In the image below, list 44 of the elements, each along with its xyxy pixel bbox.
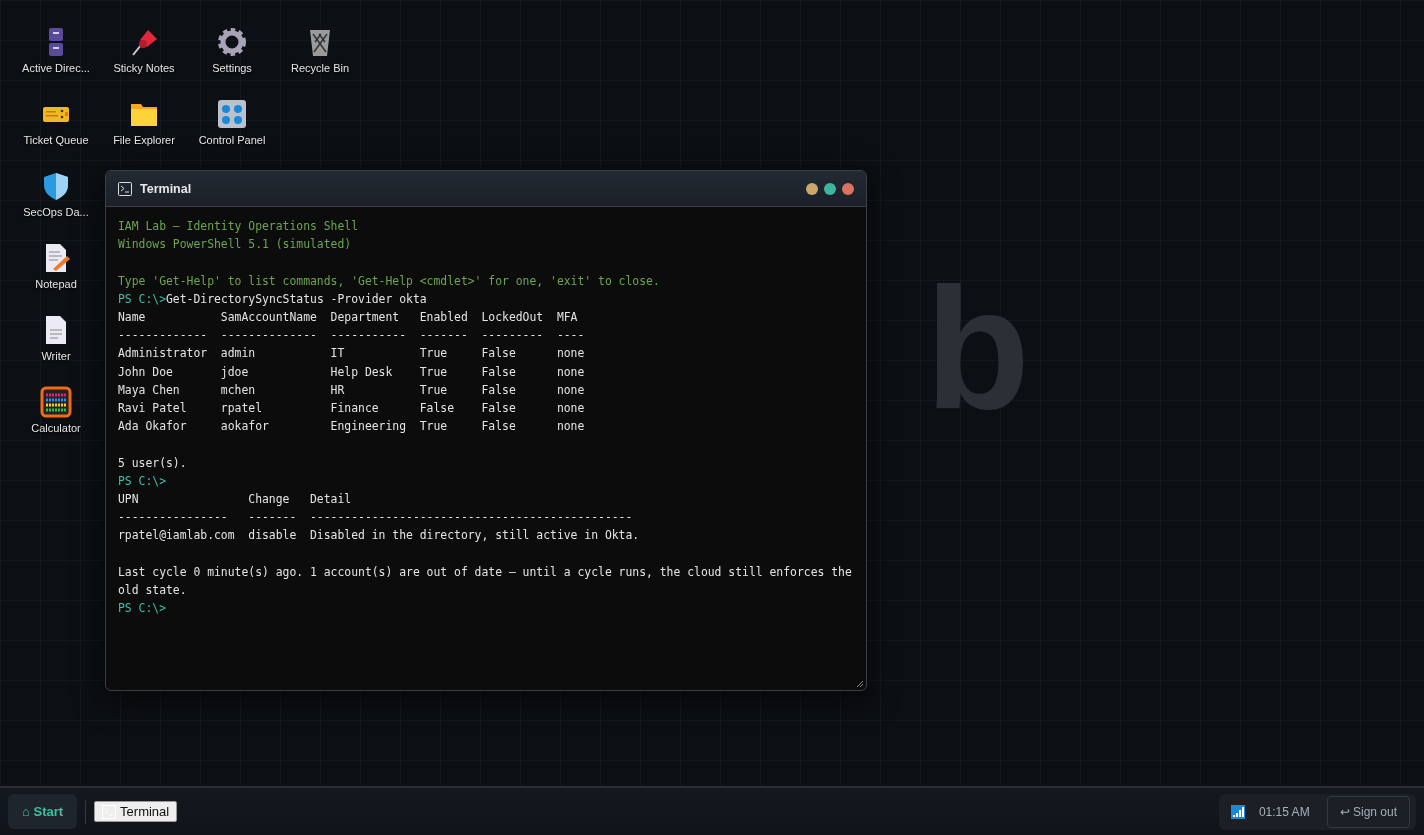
terminal-line: 5 user(s).: [118, 454, 188, 472]
prompt: PS C:\>: [118, 291, 166, 306]
sign-out-button[interactable]: ↩ Sign out: [1326, 795, 1410, 828]
icon-label[interactable]: Active Direc...: [22, 62, 90, 74]
icon-label[interactable]: Settings: [212, 62, 252, 74]
icon-label[interactable]: Sticky Notes: [113, 62, 175, 74]
terminal-line: ---------------- ------- -----------------------------------------------: [118, 509, 634, 527]
resize-grip-icon[interactable]: [856, 680, 864, 688]
start-button[interactable]: ⌂ Start: [8, 794, 78, 829]
abacus-icon[interactable]: [40, 386, 72, 418]
terminal-icon: [118, 181, 132, 196]
terminal-line: Maya Chen mchen HR True False none: [118, 381, 586, 399]
minimize-button[interactable]: [806, 182, 818, 195]
terminal-line: Administrator admin IT True False none: [118, 345, 586, 363]
terminal-line: Last cycle 0 minute(s) ago. 1 account(s) are out of date — until a cycle runs, the cloud still enforces the old state.: [118, 563, 853, 600]
maximize-button[interactable]: [824, 182, 836, 195]
terminal-line: IAM Lab — Identity Operations Shell: [118, 218, 360, 235]
icon-label[interactable]: Calculator: [31, 422, 81, 434]
terminal-line: Ravi Patel rpatel Finance False False none: [118, 400, 586, 418]
taskbar-app[interactable]: Terminal: [94, 801, 178, 822]
close-button[interactable]: [842, 182, 854, 195]
terminal-line: Ada Okafor aokafor Engineering True False none: [118, 418, 586, 436]
window-title: Terminal: [140, 181, 192, 196]
terminal-line: UPN Change Detail: [118, 491, 353, 509]
icon-label[interactable]: Ticket Queue: [23, 134, 89, 146]
clock: 01:15 AM: [1258, 804, 1310, 819]
icon-label[interactable]: Writer: [41, 350, 71, 362]
control-panel-icon[interactable]: [216, 98, 248, 130]
icon-label[interactable]: File Explorer: [113, 134, 175, 146]
terminal-line: rpatel@iamlab.com disable Disabled in the directory, still active in Okta.: [118, 527, 641, 545]
command-text: Get-DirectorySyncStatus -Provider okta: [166, 291, 427, 306]
terminal-line: Windows PowerShell 5.1 (simulated): [118, 236, 353, 254]
prompt: PS C:\>: [118, 601, 166, 616]
terminal-line: John Doe jdoe Help Desk True False none: [118, 363, 586, 381]
icon-label[interactable]: Notepad: [35, 278, 77, 290]
icon-label[interactable]: SecOps Da...: [23, 206, 89, 218]
terminal-line: Name SamAccountName Department Enabled LockedOut MFA: [118, 309, 579, 326]
terminal-line: Type 'Get-Help' to list commands, 'Get-Help <cmdlet>' for one, 'exit' to close.: [118, 272, 661, 290]
icon-label[interactable]: Control Panel: [198, 134, 266, 146]
terminal-line: ------------- -------------- ----------- ------- --------- ----: [118, 327, 586, 345]
gear-icon[interactable]: [216, 26, 248, 58]
prompt: PS C:\>: [118, 473, 166, 488]
signal-icon[interactable]: [1230, 804, 1245, 819]
icon-label[interactable]: Recycle Bin: [290, 62, 350, 74]
